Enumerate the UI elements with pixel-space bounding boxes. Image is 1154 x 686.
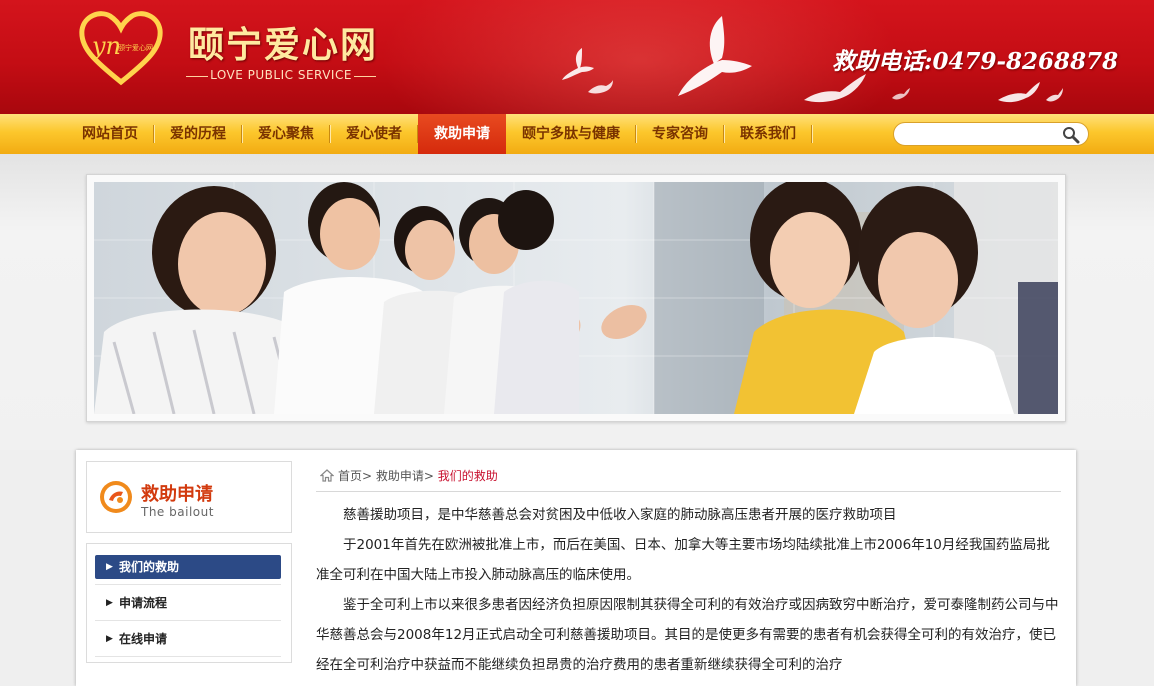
nav-item-home[interactable]: 网站首页: [66, 114, 154, 154]
sidebar-subtitle: The bailout: [141, 505, 214, 519]
sidebar-item-label: 申请流程: [119, 596, 168, 610]
chevron-right-icon: ▶: [106, 598, 113, 608]
search-input[interactable]: [906, 126, 1056, 142]
banner-illustration: [94, 182, 1058, 414]
nav-item-focus[interactable]: 爱心聚焦: [242, 114, 330, 154]
sidebar-item-label: 在线申请: [119, 632, 168, 646]
main-nav: 网站首页 爱的历程 爱心聚焦 爱心使者 救助申请 颐宁多肽与健康 专家咨询 联系…: [0, 114, 1154, 154]
sidebar-title: 救助申请: [141, 484, 213, 505]
dove-icon: [588, 80, 613, 94]
article-paragraph: 慈善援助项目，是中华慈善总会对贫困及中低收入家庭的肺动脉高压患者开展的医疗救助项…: [343, 507, 897, 523]
site-header: yn 颐宁爱心网 颐宁爱心网 LOVE PUBLIC SERVICE 救助电话:…: [0, 0, 1154, 114]
breadcrumb-divider: [316, 491, 1061, 492]
sidebar-divider: [95, 620, 281, 621]
breadcrumb-home[interactable]: 首页: [338, 469, 362, 483]
site-name: 颐宁爱心网: [188, 24, 379, 66]
nav-item-apply[interactable]: 救助申请: [418, 114, 506, 154]
sidebar-item-label: 我们的救助: [119, 560, 180, 574]
chevron-right-icon: ▶: [106, 562, 113, 572]
breadcrumb-parent[interactable]: 救助申请: [376, 469, 424, 483]
home-icon: [320, 469, 334, 482]
sidebar-divider: [95, 656, 281, 657]
sidebar-divider: [95, 584, 281, 585]
dove-icon: [1046, 88, 1063, 102]
dove-icon: [562, 48, 594, 80]
banner-image: [94, 182, 1058, 414]
search-icon[interactable]: [1062, 126, 1080, 144]
sidebar-item-process[interactable]: ▶ 申请流程: [95, 591, 281, 615]
breadcrumb: 首页> 救助申请> 我们的救助: [320, 467, 498, 484]
breadcrumb-current: 我们的救助: [437, 469, 498, 483]
article-paragraph: 于2001年首先在欧洲被批准上市，而后在美国、日本、加拿大等主要市场均陆续批准上…: [316, 537, 1050, 583]
nav-item-history[interactable]: 爱的历程: [154, 114, 242, 154]
sidebar-item-our-aid[interactable]: ▶ 我们的救助: [95, 555, 281, 579]
search-box: [893, 122, 1089, 146]
hotline-text: 救助电话:0479-8268878: [832, 48, 1119, 75]
nav-item-expert[interactable]: 专家咨询: [636, 114, 724, 154]
chevron-right-icon: ▶: [106, 634, 113, 644]
sidebar-menu: ▶ 我们的救助 ▶ 申请流程 ▶ 在线申请: [86, 543, 292, 663]
site-subtitle: LOVE PUBLIC SERVICE: [186, 68, 376, 82]
help-hand-icon: [100, 481, 132, 513]
article-paragraph: 鉴于全可利上市以来很多患者因经济负担原因限制其获得全可利的有效治疗或因病致穷中断…: [316, 597, 1059, 673]
nav-item-ambassador[interactable]: 爱心使者: [330, 114, 418, 154]
svg-text:颐宁爱心网: 颐宁爱心网: [118, 43, 153, 52]
dove-icon: [998, 82, 1040, 103]
nav-item-peptide[interactable]: 颐宁多肽与健康: [506, 114, 636, 154]
dove-icon: [678, 16, 752, 96]
heart-logo-icon[interactable]: yn 颐宁爱心网: [78, 10, 164, 86]
sidebar-title-box: 救助申请 The bailout: [86, 461, 292, 533]
nav-list: 网站首页 爱的历程 爱心聚焦 爱心使者 救助申请 颐宁多肽与健康 专家咨询 联系…: [66, 114, 812, 154]
svg-text:yn: yn: [91, 32, 121, 60]
nav-item-contact[interactable]: 联系我们: [724, 114, 812, 154]
article-body: 慈善援助项目，是中华慈善总会对贫困及中低收入家庭的肺动脉高压患者开展的医疗救助项…: [316, 500, 1061, 680]
sidebar-item-online-apply[interactable]: ▶ 在线申请: [95, 627, 281, 651]
dove-icon: [892, 88, 910, 100]
